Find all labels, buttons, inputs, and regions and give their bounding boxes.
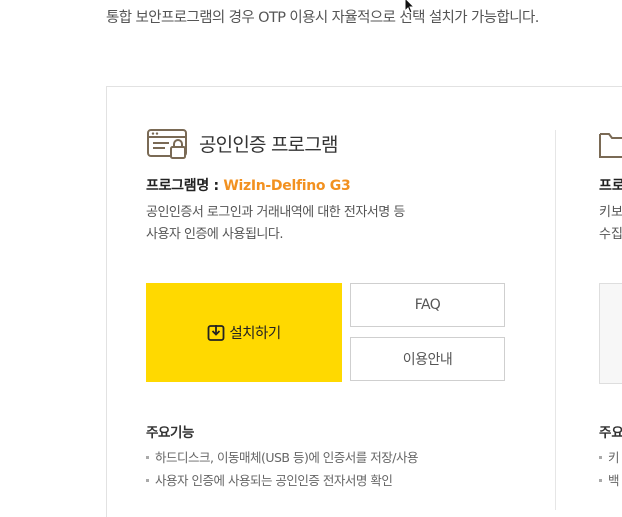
program-name-label: 프로 — [599, 178, 622, 194]
program-name-value: WizIn-Delfino G3 — [223, 178, 351, 194]
program-name-row: 프로그램명 : WizIn-Delfino G3 — [146, 175, 351, 195]
program-description: 키보 수집 — [599, 202, 622, 246]
feature-text: 백 — [608, 473, 620, 488]
mouse-cursor-icon — [404, 0, 416, 14]
card-title: 공인인증 프로그램 — [199, 134, 338, 156]
bullet-icon — [146, 479, 149, 482]
features-list: 하드디스크, 이동매체(USB 등)에 인증서를 저장/사용 사용자 인증에 사… — [146, 446, 419, 492]
bullet-icon — [599, 479, 602, 482]
list-item: 하드디스크, 이동매체(USB 등)에 인증서를 저장/사용 — [146, 446, 419, 469]
list-item: 백 — [599, 469, 620, 492]
faq-button[interactable]: FAQ — [350, 283, 505, 327]
install-button[interactable]: 설치하기 — [146, 283, 342, 382]
description-line: 키보 — [599, 205, 622, 220]
description-line: 사용자 인증에 사용됩니다. — [146, 227, 283, 242]
feature-text: 하드디스크, 이동매체(USB 등)에 인증서를 저장/사용 — [155, 450, 419, 465]
features-title: 주요 — [599, 425, 622, 441]
description-line: 공인인증서 로그인과 거래내역에 대한 전자서명 등 — [146, 205, 405, 220]
folder-icon — [599, 133, 622, 158]
download-box-icon — [207, 324, 225, 342]
list-item: 사용자 인증에 사용되는 공인인증 전자서명 확인 — [146, 469, 418, 492]
features-title: 주요기능 — [146, 425, 195, 441]
feature-text: 사용자 인증에 사용되는 공인인증 전자서명 확인 — [155, 473, 393, 488]
browser-lock-icon — [147, 129, 187, 159]
bullet-icon — [146, 456, 149, 459]
install-button-label: 설치하기 — [229, 326, 281, 342]
install-button[interactable] — [599, 283, 622, 384]
bullet-icon — [599, 456, 602, 459]
list-item: 키 — [599, 446, 620, 469]
usage-guide-button[interactable]: 이용안내 — [350, 337, 505, 381]
program-name-label: 프로그램명 : — [146, 178, 224, 194]
description-line: 수집 — [599, 227, 622, 242]
program-description: 공인인증서 로그인과 거래내역에 대한 전자서명 등 사용자 인증에 사용됩니다… — [146, 202, 405, 246]
feature-text: 키 — [608, 450, 620, 465]
card-divider — [555, 130, 556, 510]
features-list: 키 백 — [599, 446, 620, 492]
install-notice: 통합 보안프로그램의 경우 OTP 이용시 자율적으로 선택 설치가 가능합니다… — [106, 10, 539, 26]
